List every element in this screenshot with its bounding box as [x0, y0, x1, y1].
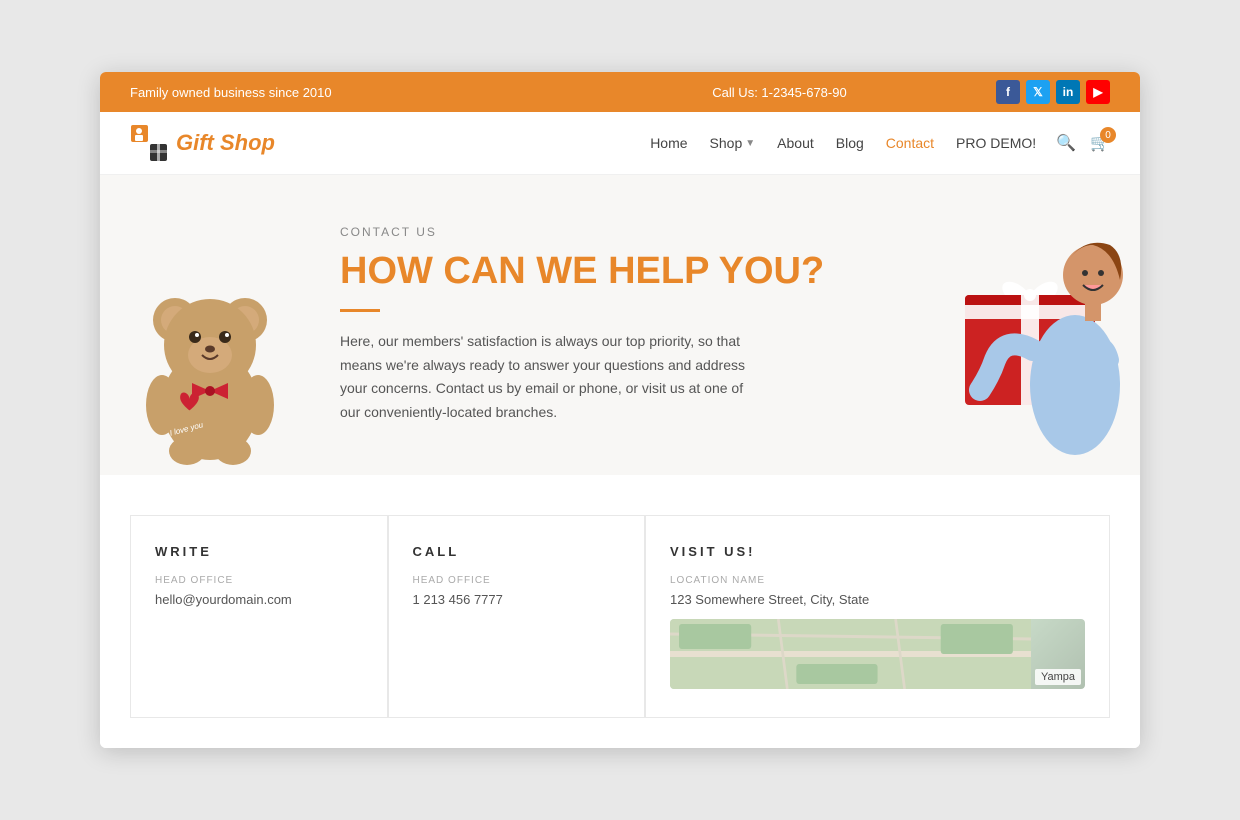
- visit-title: VISIT US!: [670, 544, 1085, 559]
- hero-content: CONTACT US HOW CAN WE HELP YOU? Here, ou…: [320, 185, 940, 465]
- top-bar: Family owned business since 2010 Call Us…: [100, 72, 1140, 112]
- main-nav: Home Shop ▼ About Blog Contact PRO DEMO!: [650, 135, 1036, 151]
- write-card: WRITE HEAD OFFICE hello@yourdomain.com: [130, 515, 388, 718]
- hero-title: HOW CAN WE HELP YOU?: [340, 249, 910, 295]
- nav-pro-demo[interactable]: PRO DEMO!: [956, 135, 1036, 151]
- logo-shop: Shop: [214, 130, 275, 155]
- shop-caret: ▼: [745, 138, 755, 149]
- search-button[interactable]: 🔍: [1056, 133, 1076, 153]
- nav-shop[interactable]: Shop ▼: [710, 135, 756, 151]
- nav-home[interactable]: Home: [650, 135, 687, 151]
- hero-divider: [340, 309, 380, 312]
- call-title: CALL: [413, 544, 621, 559]
- hero-description: Here, our members' satisfaction is alway…: [340, 330, 760, 425]
- cart-badge: 0: [1100, 127, 1116, 143]
- visit-card: VISIT US! LOCATION NAME 123 Somewhere St…: [645, 515, 1110, 718]
- social-icons: f 𝕏 in ▶: [996, 80, 1110, 104]
- location-address: 123 Somewhere Street, City, State: [670, 592, 1085, 607]
- nav-blog[interactable]: Blog: [836, 135, 864, 151]
- logo[interactable]: Gift Shop: [130, 124, 275, 162]
- logo-icon: [130, 124, 168, 162]
- lower-section: WRITE HEAD OFFICE hello@yourdomain.com C…: [100, 475, 1140, 748]
- youtube-icon[interactable]: ▶: [1086, 80, 1110, 104]
- logo-text: Gift Shop: [176, 130, 275, 156]
- teddy-bear-svg: I love you: [130, 265, 290, 465]
- header: Gift Shop Home Shop ▼ About Blog Contact…: [100, 112, 1140, 175]
- location-label: LOCATION NAME: [670, 575, 1085, 586]
- cart-button[interactable]: 🛒 0: [1090, 133, 1110, 153]
- tagline-text: Family owned business since 2010: [130, 85, 332, 100]
- linkedin-icon[interactable]: in: [1056, 80, 1080, 104]
- hero-section: I love you CONTACT US HOW CAN WE HELP YO…: [100, 175, 1140, 475]
- logo-gift: Gift: [176, 130, 214, 155]
- write-head-office-label: HEAD OFFICE: [155, 575, 363, 586]
- twitter-icon[interactable]: 𝕏: [1026, 80, 1050, 104]
- call-head-office-label: HEAD OFFICE: [413, 575, 621, 586]
- facebook-icon[interactable]: f: [996, 80, 1020, 104]
- nav-contact[interactable]: Contact: [886, 135, 934, 151]
- browser-window: Family owned business since 2010 Call Us…: [100, 72, 1140, 748]
- call-phone: 1 213 456 7777: [413, 592, 621, 607]
- nav-about[interactable]: About: [777, 135, 814, 151]
- top-bar-tagline: Family owned business since 2010: [130, 85, 563, 100]
- gift-lady-svg: [945, 195, 1135, 465]
- map-label: Yampa: [1035, 669, 1081, 685]
- map-svg: [670, 619, 1031, 689]
- contact-cards: WRITE HEAD OFFICE hello@yourdomain.com C…: [130, 515, 1110, 718]
- top-bar-phone: Call Us: 1-2345-678-90: [563, 85, 996, 100]
- phone-text: Call Us: 1-2345-678-90: [712, 85, 846, 100]
- header-icons: 🔍 🛒 0: [1056, 133, 1110, 153]
- contact-us-label: CONTACT US: [340, 225, 910, 239]
- write-title: WRITE: [155, 544, 363, 559]
- map-placeholder: Yampa: [670, 619, 1085, 689]
- write-email: hello@yourdomain.com: [155, 592, 363, 607]
- call-card: CALL HEAD OFFICE 1 213 456 7777: [388, 515, 646, 718]
- logo-svg: [130, 124, 168, 162]
- gift-lady-image: [940, 185, 1140, 465]
- teddy-bear-image: I love you: [100, 185, 320, 465]
